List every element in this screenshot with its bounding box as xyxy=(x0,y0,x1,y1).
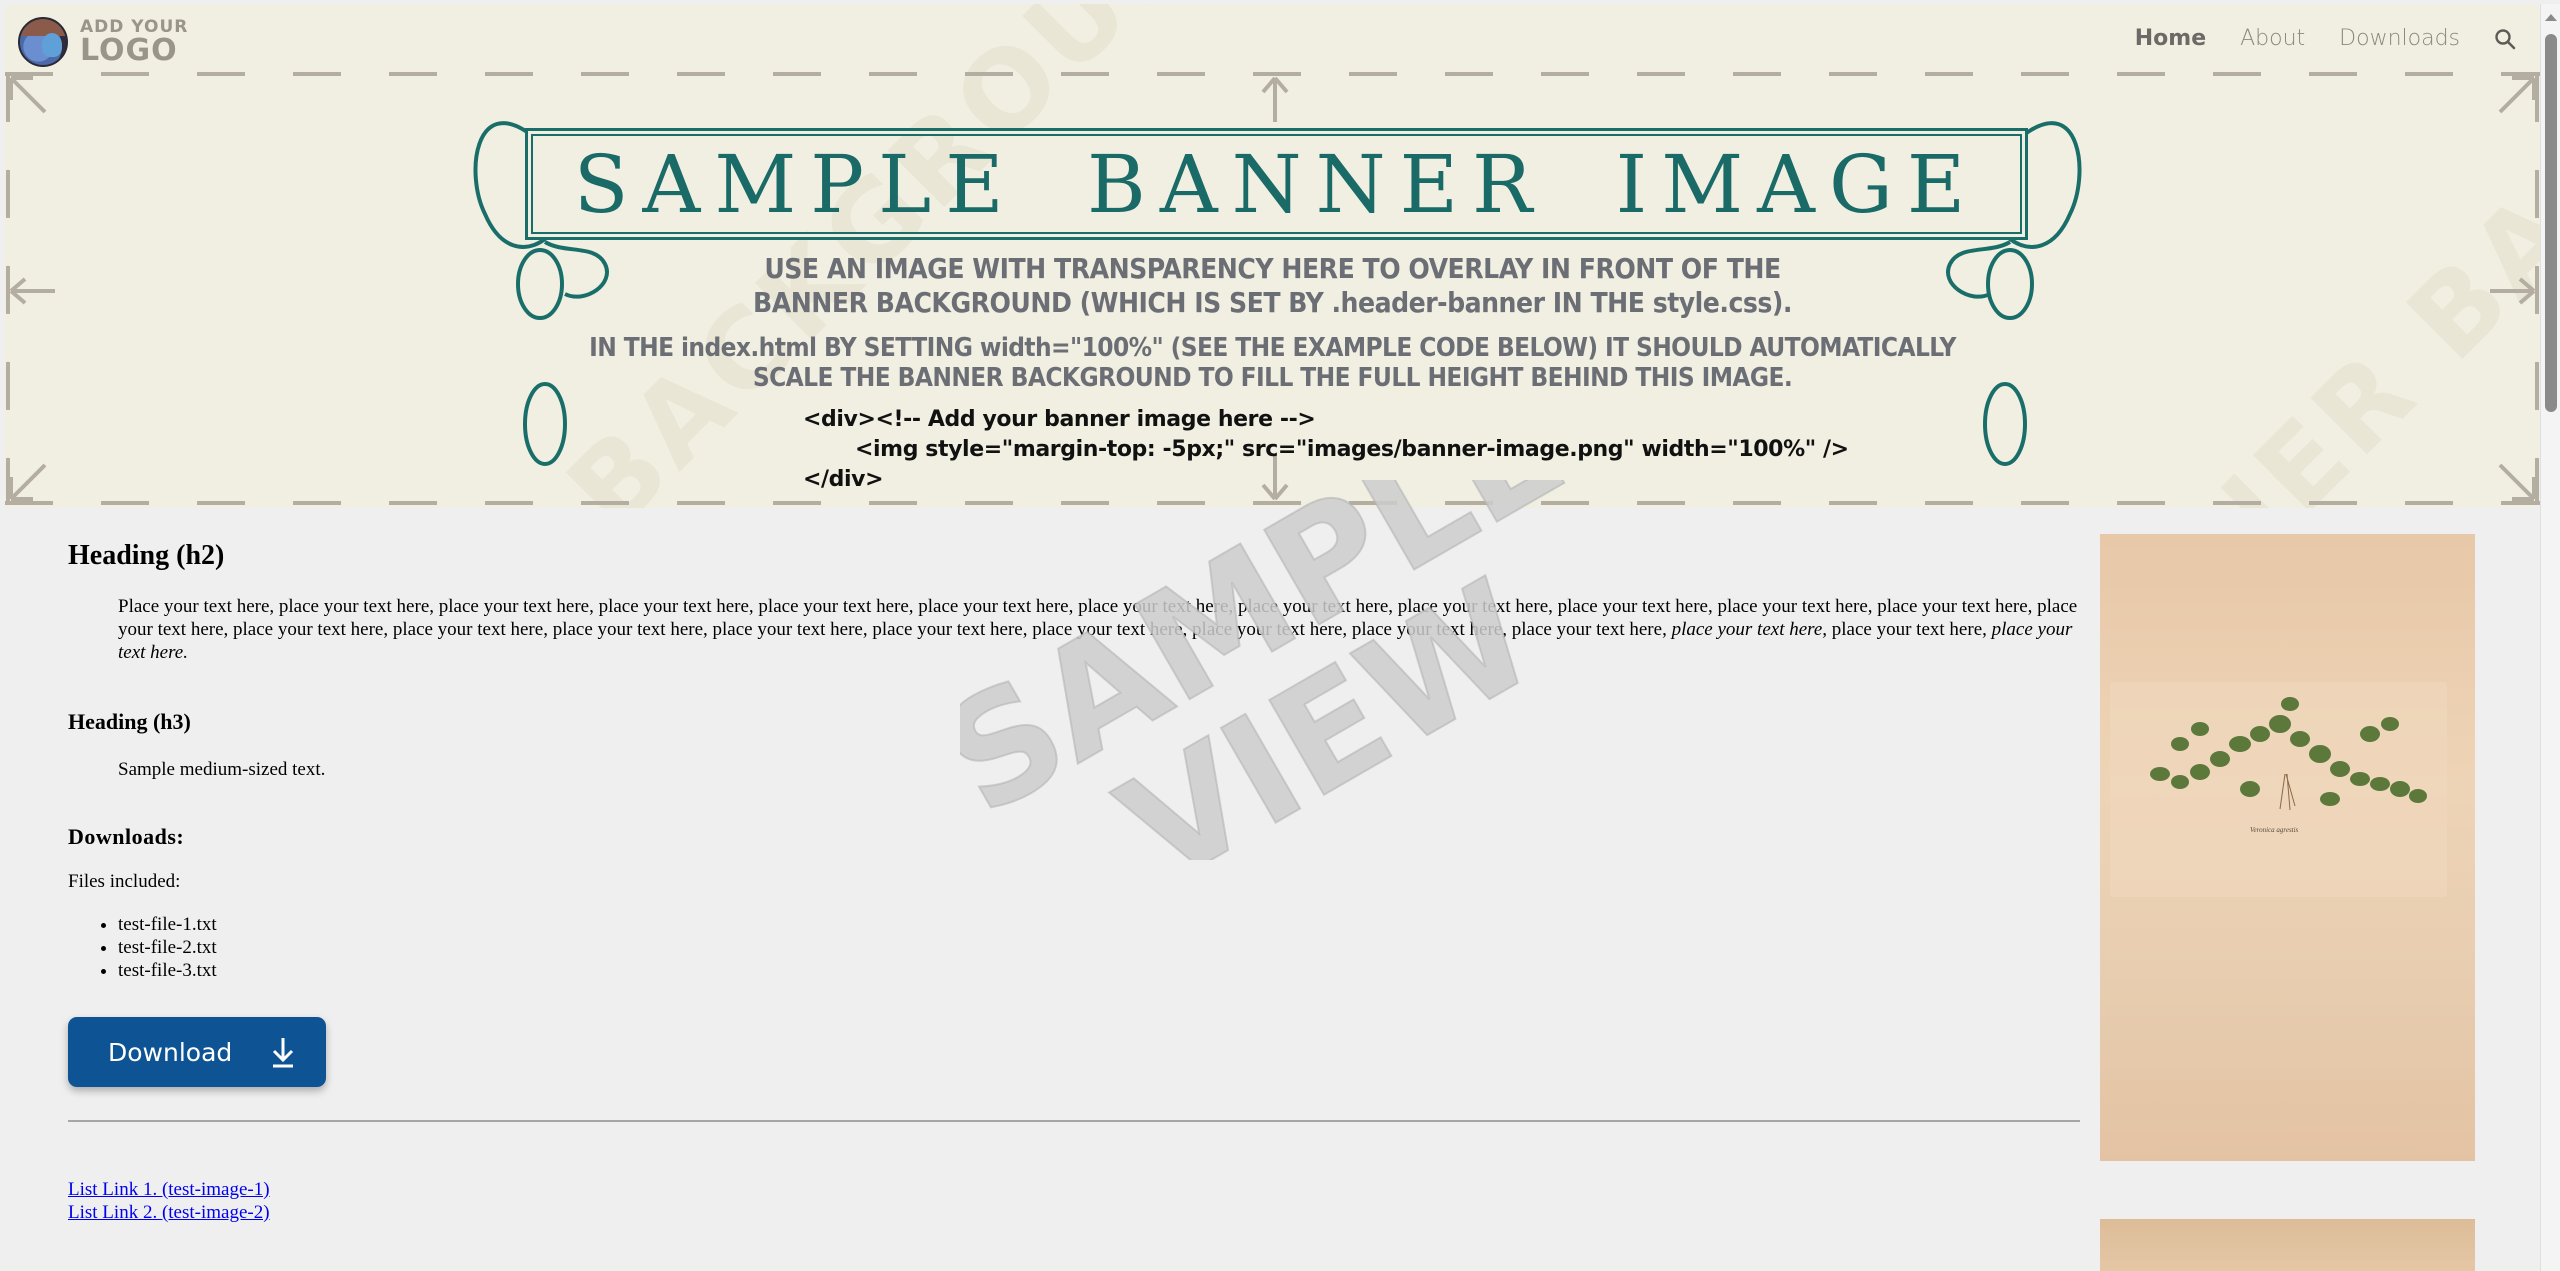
logo-text: ADD YOUR LOGO xyxy=(80,18,188,68)
banner-instructions: IN THE index.html BY SETTING width="100%… xyxy=(5,333,2540,393)
section-divider xyxy=(68,1120,2080,1122)
list-link[interactable]: List Link 1. (test-image-1) xyxy=(68,1178,2080,1201)
download-button-label: Download xyxy=(108,1037,233,1067)
paragraph-text: place your text here, xyxy=(1827,619,1987,640)
download-arrow-icon xyxy=(270,1035,296,1069)
banner-instructions-line: IN THE index.html BY SETTING width="100%… xyxy=(589,333,1956,363)
banner-title: SAMPLE BANNER IMAGE xyxy=(573,137,1980,231)
downloads-heading: Downloads: xyxy=(68,824,185,849)
banner-code-example: <div><!-- Add your banner image here -->… xyxy=(803,405,1849,495)
site-logo[interactable]: ADD YOUR LOGO xyxy=(18,17,188,67)
file-list-item: test-file-2.txt xyxy=(118,936,2080,959)
file-list: test-file-1.txt test-file-2.txt test-fil… xyxy=(118,913,2080,982)
heading-h3: Heading (h3) xyxy=(68,709,191,734)
download-button[interactable]: Download xyxy=(68,1017,326,1087)
main-nav: Home About Downloads xyxy=(2135,26,2516,51)
banner-subtitle: USE AN IMAGE WITH TRANSPARENCY HERE TO O… xyxy=(5,252,2540,320)
list-link[interactable]: List Link 2. (test-image-2) xyxy=(68,1201,2080,1224)
code-line: </div> xyxy=(803,467,884,492)
plant-illustration xyxy=(2150,697,2427,811)
banner-subtitle-line: BANNER BACKGROUND (WHICH IS SET BY .head… xyxy=(753,286,1792,319)
file-list-item: test-file-1.txt xyxy=(118,913,2080,936)
heading-h2: Heading (h2) xyxy=(68,540,225,571)
botanical-image[interactable] xyxy=(2100,1219,2475,1271)
nav-about[interactable]: About xyxy=(2240,26,2305,51)
files-label: Files included: xyxy=(68,871,181,892)
image-caption: Veronica agrestis xyxy=(2250,826,2299,834)
scroll-thumb[interactable] xyxy=(2545,34,2557,412)
code-line: <img style="margin-top: -5px;" src="imag… xyxy=(855,437,1849,462)
lion-logo-icon xyxy=(18,17,68,67)
botanical-image[interactable]: Veronica agrestis xyxy=(2100,534,2475,1161)
logo-text-bottom: LOGO xyxy=(80,32,178,68)
paragraph-italic: place your text here, xyxy=(1671,619,1828,640)
code-line: <div><!-- Add your banner image here --> xyxy=(803,407,1316,432)
header-banner: BANNER BACKGROUND BANNER BACKGROUND xyxy=(5,4,2540,508)
search-icon[interactable] xyxy=(2494,28,2516,50)
file-list-item: test-file-3.txt xyxy=(118,959,2080,982)
page-scrollbar[interactable] xyxy=(2540,4,2560,1271)
body-paragraph: Place your text here, place your text he… xyxy=(118,595,2080,664)
banner-subtitle-line: USE AN IMAGE WITH TRANSPARENCY HERE TO O… xyxy=(764,252,1781,285)
scroll-up-arrow-icon[interactable] xyxy=(2545,14,2557,21)
nav-home[interactable]: Home xyxy=(2135,26,2206,51)
medium-text: Sample medium-sized text. xyxy=(118,759,326,780)
image-link-list: List Link 1. (test-image-1) List Link 2.… xyxy=(68,1178,2080,1224)
banner-instructions-line: SCALE THE BANNER BACKGROUND TO FILL THE … xyxy=(752,363,1793,393)
nav-downloads[interactable]: Downloads xyxy=(2339,26,2460,51)
main-content: Heading (h2) Place your text here, place… xyxy=(68,540,2080,1224)
